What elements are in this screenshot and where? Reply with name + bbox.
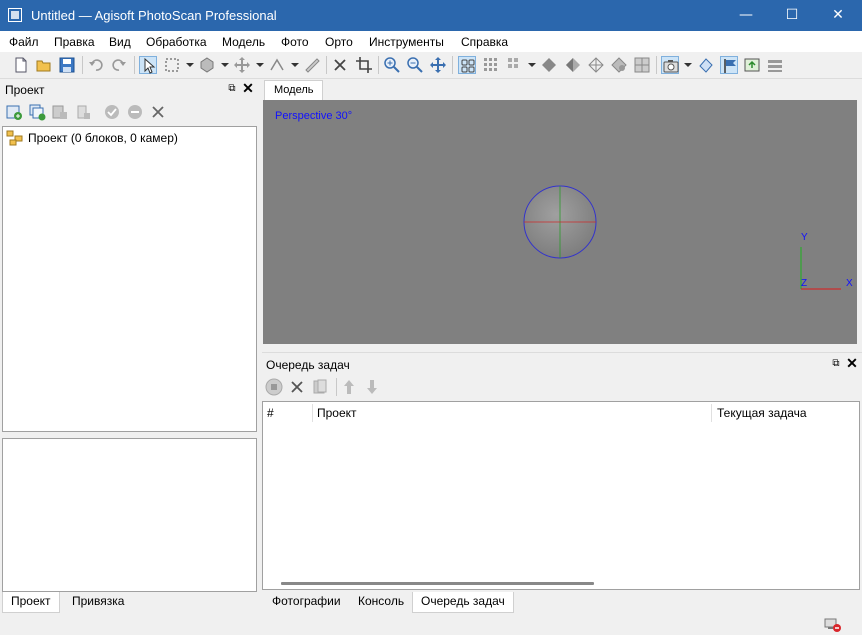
- menu-ortho[interactable]: Орто: [325, 35, 353, 49]
- menu-file[interactable]: Файл: [9, 35, 39, 49]
- show-points-icon[interactable]: [482, 56, 500, 74]
- delete-icon[interactable]: [331, 56, 349, 74]
- show-dense-icon[interactable]: [506, 56, 524, 74]
- status-bar: [0, 613, 862, 635]
- show-markers-icon[interactable]: [720, 56, 738, 74]
- perspective-label: Perspective 30°: [275, 110, 353, 122]
- model-viewport[interactable]: Perspective 30° Y Z X: [263, 100, 857, 344]
- column-current-task[interactable]: Текущая задача: [714, 402, 807, 424]
- zoom-in-icon[interactable]: [383, 56, 401, 74]
- show-model-textured-icon[interactable]: [610, 56, 628, 74]
- float-queue-icon[interactable]: ⧉: [830, 358, 842, 370]
- remove-items-icon[interactable]: [74, 103, 92, 121]
- menu-photo[interactable]: Фото: [281, 35, 309, 49]
- add-photos-icon[interactable]: [28, 103, 46, 121]
- project-toolbar: [0, 101, 259, 125]
- tab-model[interactable]: Модель: [264, 80, 324, 100]
- show-shapes-icon[interactable]: [697, 56, 715, 74]
- tab-console[interactable]: Консоль: [350, 592, 413, 613]
- title-bar: Untitled — Agisoft PhotoScan Professiona…: [0, 0, 862, 31]
- horizontal-scrollbar[interactable]: [281, 582, 594, 585]
- show-model-shaded-icon[interactable]: [564, 56, 582, 74]
- queue-panel-title: Очередь задач: [266, 358, 350, 372]
- move-up-icon[interactable]: [339, 377, 359, 397]
- properties-pane: [2, 438, 257, 592]
- close-queue-icon[interactable]: ✕: [846, 356, 858, 370]
- main-toolbar: [0, 52, 862, 79]
- save-icon[interactable]: [58, 56, 76, 74]
- minimize-button[interactable]: —: [723, 0, 769, 31]
- move-down-icon[interactable]: [362, 377, 382, 397]
- close-button[interactable]: ✕: [815, 0, 861, 31]
- project-panel-header: Проект ⧉ ✕: [0, 80, 259, 99]
- open-icon[interactable]: [35, 56, 53, 74]
- clear-tasks-icon[interactable]: [310, 377, 330, 397]
- maximize-button[interactable]: ☐: [769, 0, 815, 31]
- float-panel-icon[interactable]: ⧉: [226, 83, 238, 95]
- disable-cameras-icon[interactable]: [126, 103, 144, 121]
- menu-model[interactable]: Модель: [222, 35, 265, 49]
- ruler-icon[interactable]: [268, 56, 286, 74]
- add-folder-icon[interactable]: [51, 103, 69, 121]
- undo-icon[interactable]: [87, 56, 105, 74]
- axis-z-label: Z: [801, 278, 808, 289]
- queue-panel-header: Очередь задач ⧉ ✕: [262, 352, 862, 374]
- show-dem-icon[interactable]: [766, 56, 784, 74]
- show-region-icon[interactable]: [743, 56, 761, 74]
- app-icon: [8, 8, 22, 22]
- show-photo-icon[interactable]: [661, 56, 679, 74]
- remove-task-icon[interactable]: [287, 377, 307, 397]
- zoom-out-icon[interactable]: [406, 56, 424, 74]
- show-model-wire-icon[interactable]: [587, 56, 605, 74]
- tab-project[interactable]: Проект: [2, 592, 60, 613]
- remove-icon[interactable]: [149, 103, 167, 121]
- window-title: Untitled — Agisoft PhotoScan Professiona…: [31, 8, 277, 23]
- project-panel: Проект ⧉ ✕ Проект (0 блоков, 0 камер): [0, 80, 259, 592]
- right-tab-bar: Фотографии Консоль Очередь задач: [262, 592, 862, 613]
- project-icon: [6, 130, 24, 146]
- project-tree-root[interactable]: Проект (0 блоков, 0 камер): [28, 131, 178, 145]
- scene-graphics: [523, 185, 841, 290]
- column-number[interactable]: #: [264, 402, 274, 424]
- project-panel-title: Проект: [5, 83, 45, 97]
- menu-bar: Файл Правка Вид Обработка Модель Фото Ор…: [0, 31, 862, 52]
- menu-workflow[interactable]: Обработка: [146, 35, 207, 49]
- queue-table: # Проект Текущая задача: [262, 401, 860, 590]
- show-model-solid-icon[interactable]: [540, 56, 558, 74]
- tab-task-queue[interactable]: Очередь задач: [412, 592, 514, 613]
- menu-view[interactable]: Вид: [109, 35, 131, 49]
- reset-view-icon[interactable]: [429, 56, 447, 74]
- task-queue-panel: Очередь задач ⧉ ✕ # Проект Текущая задач…: [262, 352, 862, 592]
- circle-select-icon[interactable]: [198, 56, 216, 74]
- close-panel-icon[interactable]: ✕: [242, 81, 254, 95]
- column-project[interactable]: Проект: [314, 402, 357, 424]
- new-icon[interactable]: [12, 56, 30, 74]
- menu-edit[interactable]: Правка: [54, 35, 95, 49]
- network-status-icon: [824, 617, 842, 633]
- show-tiled-icon[interactable]: [633, 56, 651, 74]
- crop-icon[interactable]: [355, 56, 373, 74]
- tab-reference[interactable]: Привязка: [64, 592, 133, 613]
- rect-select-icon[interactable]: [163, 56, 181, 74]
- axis-x-label: X: [846, 278, 853, 289]
- left-tab-bar: Проект Привязка: [0, 592, 259, 613]
- show-cameras-icon[interactable]: [458, 56, 476, 74]
- queue-toolbar: [262, 376, 862, 400]
- redo-icon[interactable]: [110, 56, 128, 74]
- add-chunk-icon[interactable]: [5, 103, 23, 121]
- menu-help[interactable]: Справка: [461, 35, 508, 49]
- axis-y-label: Y: [801, 232, 808, 243]
- queue-table-header: # Проект Текущая задача: [263, 402, 859, 424]
- model-tab-bar: Модель: [262, 80, 862, 100]
- select-icon[interactable]: [139, 56, 157, 74]
- menu-tools[interactable]: Инструменты: [369, 35, 444, 49]
- enable-cameras-icon[interactable]: [103, 103, 121, 121]
- move-icon[interactable]: [233, 56, 251, 74]
- measure-icon[interactable]: [303, 56, 321, 74]
- tab-photos[interactable]: Фотографии: [264, 592, 349, 613]
- stop-icon[interactable]: [264, 377, 284, 397]
- project-tree: Проект (0 блоков, 0 камер): [2, 126, 257, 432]
